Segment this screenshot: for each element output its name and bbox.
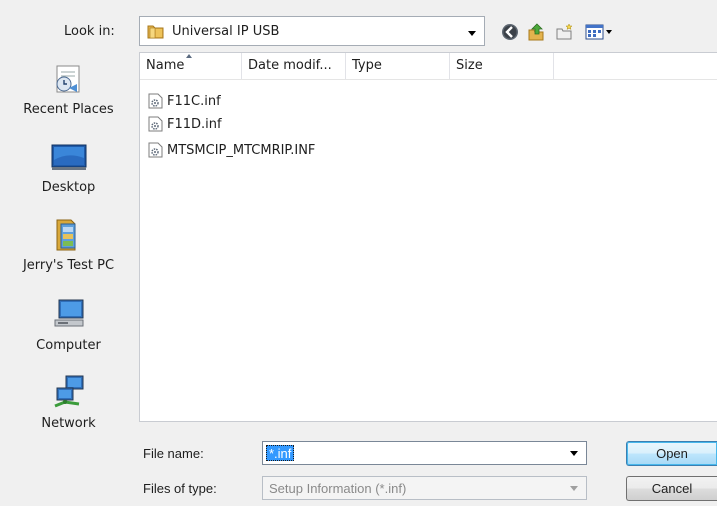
place-network[interactable]: Network [0, 372, 137, 431]
place-label: Recent Places [23, 102, 114, 117]
column-label: Name [146, 58, 185, 73]
column-name-header[interactable]: Name [140, 53, 242, 79]
up-folder-icon[interactable] [526, 22, 546, 42]
open-button[interactable]: Open [626, 441, 717, 466]
look-in-value: Universal IP USB [172, 24, 280, 39]
back-icon[interactable] [500, 22, 520, 42]
file-type-dropdown[interactable]: Setup Information (*.inf) [262, 476, 587, 500]
look-in-label: Look in: [64, 24, 115, 39]
place-recent-places[interactable]: Recent Places [0, 58, 137, 117]
new-folder-icon[interactable] [555, 22, 575, 42]
column-label: Size [456, 58, 483, 73]
place-label: Network [41, 416, 96, 431]
file-list[interactable]: Name Date modif... Type Size F11C.inf F1… [139, 52, 717, 422]
network-icon [49, 372, 89, 412]
column-date-header[interactable]: Date modif... [242, 53, 346, 79]
setup-info-file-icon [148, 142, 163, 158]
column-label: Type [352, 58, 382, 73]
place-computer[interactable]: Computer [0, 294, 137, 353]
chevron-down-icon[interactable] [468, 31, 476, 36]
setup-info-file-icon [148, 93, 163, 109]
file-name: F11D.inf [167, 117, 222, 132]
column-header: Name Date modif... Type Size [140, 53, 717, 80]
column-label: Date modif... [248, 58, 332, 73]
column-size-header[interactable]: Size [450, 53, 554, 79]
file-name: MTSMCIP_MTCMRIP.INF [167, 143, 316, 158]
folder-icon [147, 23, 164, 39]
file-name-value: *.inf [266, 445, 295, 461]
places-bar: Recent Places Desktop Jerry's Test PC Co… [0, 50, 137, 446]
file-row[interactable]: F11C.inf [148, 91, 221, 113]
file-row[interactable]: F11D.inf [148, 114, 222, 136]
place-label: Desktop [41, 180, 96, 195]
place-jerrys-test-pc[interactable]: Jerry's Test PC [0, 214, 137, 273]
sort-ascending-icon [186, 54, 192, 58]
place-label: Computer [36, 338, 101, 353]
file-name-input[interactable]: *.inf [262, 441, 587, 465]
setup-info-file-icon [148, 116, 163, 132]
chevron-down-icon[interactable] [570, 486, 578, 491]
computer-icon [49, 294, 89, 334]
file-name-label: File name: [143, 446, 204, 461]
view-menu-icon[interactable] [585, 22, 615, 42]
column-type-header[interactable]: Type [346, 53, 450, 79]
file-row[interactable]: MTSMCIP_MTCMRIP.INF [148, 140, 315, 162]
file-name: F11C.inf [167, 94, 221, 109]
chevron-down-icon[interactable] [570, 451, 578, 456]
place-label: Jerry's Test PC [22, 258, 115, 273]
file-type-label: Files of type: [143, 481, 217, 496]
desktop-icon [49, 136, 89, 176]
look-in-dropdown[interactable]: Universal IP USB [139, 16, 485, 46]
cancel-button[interactable]: Cancel [626, 476, 717, 501]
place-desktop[interactable]: Desktop [0, 136, 137, 195]
file-type-value: Setup Information (*.inf) [269, 481, 407, 496]
recent-places-icon [49, 58, 89, 98]
user-folder-icon [49, 214, 89, 254]
